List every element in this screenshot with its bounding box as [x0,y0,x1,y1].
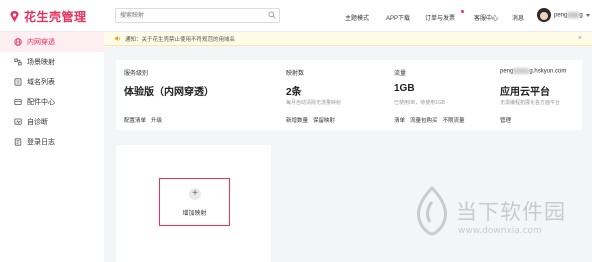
sidebar-item-accessory-center[interactable]: 配件中心 [0,92,104,112]
traffic-list-link[interactable]: 清单 [394,118,405,124]
cloud-platform-value: 应用云平台 [500,87,550,98]
notification-dot [461,10,464,13]
sidebar-item-label: 自诊断 [27,119,48,126]
sidebar-item-label: 域名列表 [27,79,55,86]
traffic-value: 1GB [394,83,415,94]
nav-theme-mode[interactable]: 主题模式 [345,13,369,22]
service-panel: 服务级别 体验版（内网穿透） 配置清单 升级 映射数 2条 每月自动清除无流量映射… [116,60,582,130]
keep-mapping-link[interactable]: 保留映射 [313,118,335,124]
globe-icon [14,38,22,46]
config-list-link[interactable]: 配置清单 [124,118,146,124]
manage-link[interactable]: 管理 [500,118,511,124]
user-name[interactable]: peng g [554,12,583,19]
app-title: 花生壳管理 [24,10,87,24]
buy-traffic-pack-link[interactable]: 流量包购买 [410,118,438,124]
sidebar-item-label: 配件中心 [27,99,55,106]
nav-messages[interactable]: 消息 [512,13,524,22]
plus-icon: + [189,188,201,200]
service-level-value: 体验版（内网穿透） [124,87,214,98]
close-icon[interactable]: × [578,35,582,42]
traffic-label: 流量 [394,71,407,77]
sidebar-item-intranet-penetration[interactable]: 内网穿透 [0,32,104,52]
user-name-suffix: g [579,12,583,19]
mapping-count-note: 每月自动清除无流量映射 [286,100,342,106]
log-icon [14,138,22,146]
account-email: peng g.hskyun.com [500,68,566,75]
sidebar-item-scene-mapping[interactable]: 场景映射 [0,52,104,72]
unlimited-traffic-link[interactable]: 不限流量 [443,118,465,124]
sidebar-item-label: 场景映射 [27,59,55,66]
top-bar: 花生壳管理 主题模式 APP下载 订单与发票 客服中心 消息 peng g [0,0,592,32]
scene-icon [14,58,22,66]
nav-orders-invoices[interactable]: 订单与发票 [425,13,455,22]
account-email-suffix: g.hskyun.com [529,68,567,75]
nav-service-center[interactable]: 客服中心 [474,13,498,22]
watermark-logo-icon [417,186,447,236]
account-links: 管理 [500,116,516,124]
sidebar-item-domain-list[interactable]: 域名列表 [0,72,104,92]
add-mapping-button[interactable]: + 增加映射 [159,178,230,226]
add-quantity-link[interactable]: 新增数量 [286,118,308,124]
watermark-title: 当下软件园 [456,200,566,224]
add-mapping-label: 增加映射 [182,211,207,217]
sidebar-item-login-log[interactable]: 登录日志 [0,132,104,152]
upgrade-link[interactable]: 升级 [151,118,162,124]
mapping-links: 新增数量 保留映射 [286,116,340,124]
notice-text[interactable]: 通知：关于花生壳禁止使用不符规范的用域名 [125,35,235,43]
cloud-platform-note: 无需编程拓展化各方面平台 [500,100,561,106]
user-name-redaction [567,12,580,18]
user-name-prefix: peng [554,12,568,19]
sidebar-item-label: 内网穿透 [27,39,55,46]
peanut-logo-icon [8,10,21,23]
traffic-links: 清单 流量包购买 不限流量 [394,116,470,124]
sidebar: 内网穿透 场景映射 域名列表 配件中心 自诊断 登录日志 [0,32,104,262]
domain-list-icon [14,78,22,86]
service-level-links: 配置清单 升级 [124,116,167,124]
service-level-label: 服务级别 [124,71,149,77]
speaker-icon [114,36,120,41]
diagnose-icon [14,118,22,125]
notice-bar: 通知：关于花生壳禁止使用不符规范的用域名 × [104,32,592,46]
avatar[interactable] [537,8,551,22]
mapping-count-value: 2条 [286,87,302,98]
mapping-count-label: 映射数 [286,71,305,77]
sidebar-item-self-diagnosis[interactable]: 自诊断 [0,112,104,132]
chevron-down-icon[interactable] [586,14,590,17]
search-icon[interactable] [268,11,276,19]
email-redaction [513,68,530,74]
traffic-usage-note: 已使用0B，待使用1GB [394,100,446,106]
account-email-prefix: peng [500,68,514,75]
watermark-url: www.downxia.com [458,226,542,236]
search-input[interactable] [115,8,280,23]
watermark: 当下软件园 www.downxia.com [410,186,592,262]
nav-app-download[interactable]: APP下载 [386,13,410,22]
app-logo[interactable]: 花生壳管理 [8,8,87,25]
accessory-icon [14,99,22,106]
sidebar-item-label: 登录日志 [27,139,55,146]
